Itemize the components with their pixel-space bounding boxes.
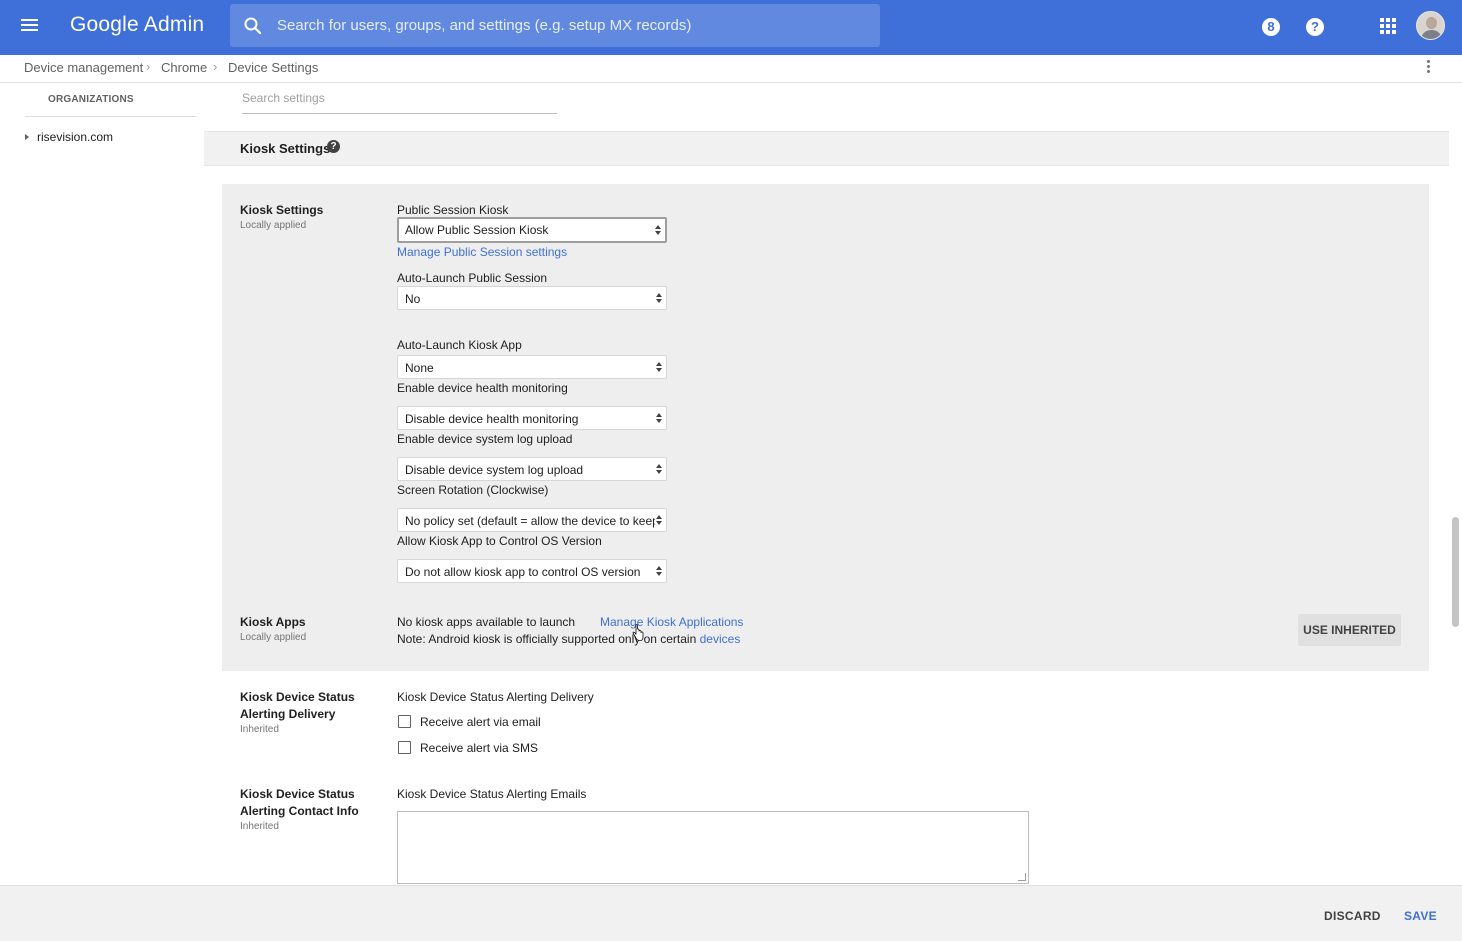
field-label: Auto-Launch Public Session — [397, 271, 548, 285]
organizations-title: ORGANIZATIONS — [48, 94, 134, 105]
section-title: Kiosk Settings — [240, 141, 331, 156]
setting-name-kiosk-settings: Kiosk Settings — [240, 203, 324, 217]
receive-sms-checkbox[interactable] — [398, 741, 411, 754]
breadcrumb-device-settings: Device Settings — [228, 60, 319, 75]
setting-name-kiosk-apps: Kiosk Apps — [240, 615, 306, 629]
setting-status: Locally applied — [240, 632, 307, 643]
support-icon[interactable]: 8 — [1260, 16, 1282, 38]
app-logo[interactable]: Google Admin — [70, 13, 204, 37]
select-arrows-icon — [656, 464, 662, 475]
auto-launch-kiosk-app-select[interactable]: None — [397, 355, 667, 379]
action-footer: DISCARD SAVE — [0, 885, 1462, 941]
account-avatar[interactable] — [1416, 11, 1445, 40]
discard-button[interactable]: DISCARD — [1324, 909, 1381, 923]
system-log-upload-select[interactable]: Disable device system log upload — [397, 457, 667, 481]
field-label: Auto-Launch Kiosk App — [397, 338, 522, 352]
select-arrows-icon — [655, 225, 661, 236]
help-icon[interactable]: ? — [1304, 16, 1326, 38]
organizations-sidebar: ORGANIZATIONS risevision.com — [0, 83, 204, 885]
settings-search-input[interactable]: Search settings — [242, 90, 557, 114]
field-label: Enable device health monitoring — [397, 381, 568, 395]
receive-email-checkbox[interactable] — [398, 715, 411, 728]
alerting-emails-textarea[interactable] — [397, 811, 1029, 884]
pointer-cursor-icon — [632, 624, 644, 641]
resize-handle-icon[interactable] — [1018, 873, 1026, 881]
checkbox-label[interactable]: Receive alert via SMS — [420, 741, 538, 755]
manage-public-session-link[interactable]: Manage Public Session settings — [397, 245, 567, 259]
setting-status: Inherited — [240, 821, 279, 832]
search-icon — [244, 17, 262, 35]
auto-launch-public-session-select[interactable]: No — [397, 286, 667, 310]
devices-link[interactable]: devices — [700, 632, 741, 646]
public-session-kiosk-select[interactable]: Allow Public Session Kiosk — [397, 217, 667, 243]
save-button[interactable]: SAVE — [1404, 909, 1437, 923]
help-icon[interactable]: ? — [327, 140, 340, 153]
field-label: Enable device system log upload — [397, 432, 573, 446]
field-label: Public Session Kiosk — [397, 203, 509, 217]
select-arrows-icon — [656, 566, 662, 577]
org-item-label: risevision.com — [37, 130, 114, 144]
health-monitoring-select[interactable]: Disable device health monitoring — [397, 406, 667, 430]
manage-kiosk-apps-link[interactable]: Manage Kiosk Applications — [600, 615, 743, 629]
select-arrows-icon — [656, 515, 662, 526]
divider — [25, 116, 197, 117]
android-kiosk-note: Note: Android kiosk is officially suppor… — [397, 632, 740, 646]
setting-name-alerting-delivery: Kiosk Device Status Alerting Delivery — [240, 690, 355, 721]
setting-status: Locally applied — [240, 220, 307, 231]
setting-name-alerting-contact: Kiosk Device Status Alerting Contact Inf… — [240, 787, 359, 818]
checkbox-label[interactable]: Receive alert via email — [420, 715, 541, 729]
select-arrows-icon — [656, 362, 662, 373]
breadcrumb-separator: › — [213, 59, 218, 74]
note-text: Note: Android kiosk is officially suppor… — [397, 632, 697, 646]
breadcrumb-chrome[interactable]: Chrome — [161, 60, 207, 75]
expand-arrow-icon[interactable] — [25, 134, 29, 140]
field-label: Kiosk Device Status Alerting Delivery — [397, 690, 594, 704]
section-header: Kiosk Settings ? — [204, 131, 1449, 166]
org-item-risevision[interactable]: risevision.com — [25, 130, 113, 144]
top-app-bar: Google Admin Search for users, groups, a… — [0, 0, 1462, 55]
search-placeholder: Search for users, groups, and settings (… — [277, 17, 692, 34]
no-kiosk-apps-text: No kiosk apps available to launch — [397, 615, 576, 629]
os-version-control-select[interactable]: Do not allow kiosk app to control OS ver… — [397, 559, 667, 583]
search-input[interactable]: Search for users, groups, and settings (… — [230, 4, 880, 47]
setting-status: Inherited — [240, 724, 279, 735]
breadcrumb: Device management › Chrome › Device Sett… — [0, 55, 1462, 83]
vertical-scrollbar[interactable] — [1452, 517, 1459, 627]
more-vert-icon[interactable] — [1424, 60, 1432, 76]
field-label: Allow Kiosk App to Control OS Version — [397, 534, 602, 548]
select-arrows-icon — [656, 413, 662, 424]
menu-icon[interactable] — [20, 16, 42, 38]
use-inherited-button[interactable]: USE INHERITED — [1298, 614, 1401, 646]
screen-rotation-select[interactable]: No policy set (default = allow the devic… — [397, 508, 667, 532]
select-arrows-icon — [656, 293, 662, 304]
field-label: Screen Rotation (Clockwise) — [397, 483, 549, 497]
breadcrumb-separator: › — [146, 59, 151, 74]
breadcrumb-device-management[interactable]: Device management — [24, 60, 143, 75]
apps-grid-icon[interactable] — [1380, 18, 1396, 34]
field-label: Kiosk Device Status Alerting Emails — [397, 787, 587, 801]
